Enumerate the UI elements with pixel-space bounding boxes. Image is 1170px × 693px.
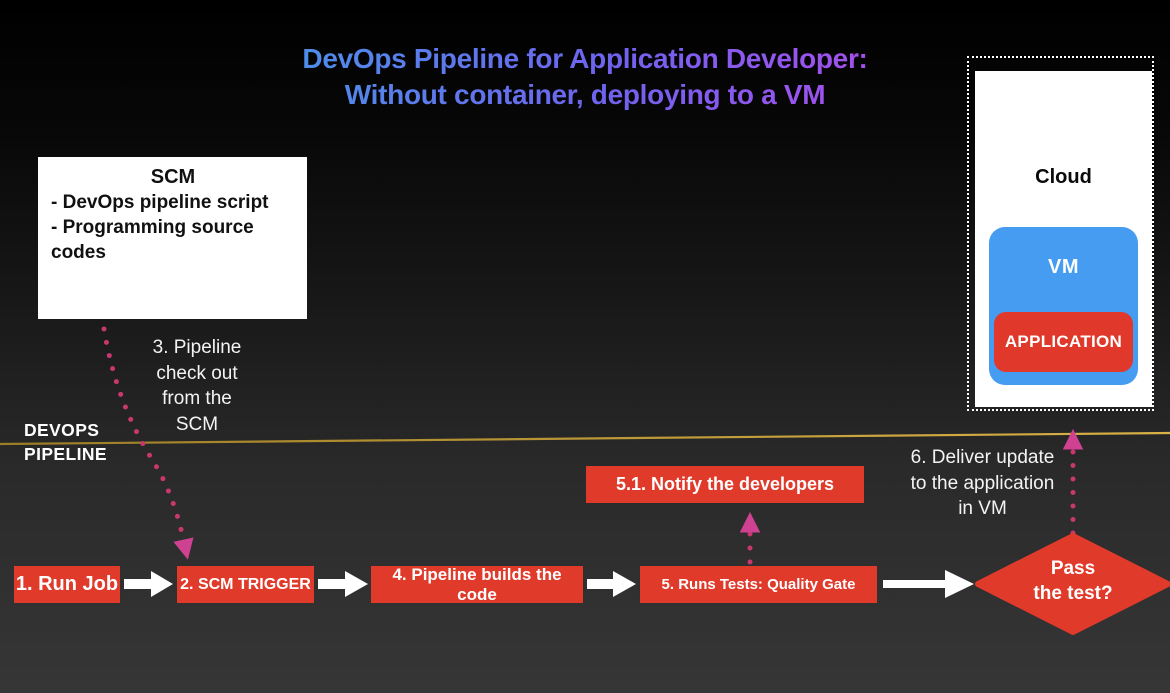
application-box: APPLICATION bbox=[994, 312, 1133, 372]
notify-developers-box: 5.1. Notify the developers bbox=[586, 466, 864, 503]
flow-arrow-4 bbox=[883, 570, 974, 598]
checkout-label-line: SCM bbox=[133, 412, 261, 438]
scm-box-item: - DevOps pipeline script bbox=[51, 190, 295, 215]
deliver-update-label: 6. Deliver update to the application in … bbox=[895, 445, 1070, 522]
cloud-title: Cloud bbox=[975, 166, 1152, 189]
devops-pipeline-diagram: DevOps Pipeline for Application Develope… bbox=[0, 0, 1170, 693]
step-run-job: 1. Run Job bbox=[14, 566, 120, 603]
decision-label-line: Pass bbox=[1003, 556, 1143, 581]
step-build-code: 4. Pipeline builds the code bbox=[371, 566, 583, 603]
deliver-update-line: 6. Deliver update bbox=[895, 445, 1070, 471]
vm-label: VM bbox=[989, 256, 1138, 279]
decision-label-line: the test? bbox=[1003, 581, 1143, 606]
decision-label: Pass the test? bbox=[1003, 556, 1143, 606]
step-quality-gate: 5. Runs Tests: Quality Gate bbox=[640, 566, 877, 603]
flow-arrow-1 bbox=[124, 571, 173, 597]
step-scm-trigger: 2. SCM TRIGGER bbox=[177, 566, 314, 603]
checkout-label-line: check out bbox=[133, 361, 261, 387]
checkout-label-line: from the bbox=[133, 386, 261, 412]
flow-arrow-3 bbox=[587, 571, 636, 597]
deliver-update-line: to the application bbox=[895, 471, 1070, 497]
checkout-label: 3. Pipeline check out from the SCM bbox=[133, 335, 261, 437]
scm-box-item: - Programming source codes bbox=[51, 215, 295, 265]
checkout-label-line: 3. Pipeline bbox=[133, 335, 261, 361]
deliver-update-line: in VM bbox=[895, 496, 1070, 522]
flow-arrow-2 bbox=[318, 571, 368, 597]
devops-pipeline-label-line: DEVOPS bbox=[24, 419, 107, 443]
devops-pipeline-label-line: PIPELINE bbox=[24, 443, 107, 467]
scm-box-title: SCM bbox=[51, 164, 295, 190]
devops-pipeline-label: DEVOPS PIPELINE bbox=[24, 419, 107, 466]
scm-box: SCM - DevOps pipeline script - Programmi… bbox=[38, 157, 307, 319]
